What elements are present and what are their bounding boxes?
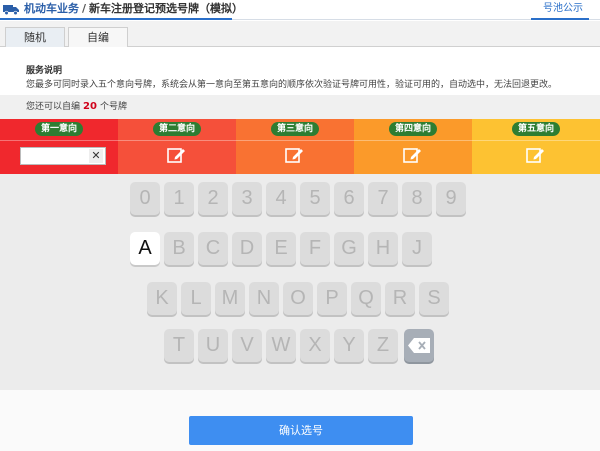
- intention-choices: 第一意向 ✕ 第二意向 第三意向 第四意向 第五意向: [0, 119, 600, 174]
- breadcrumb-section[interactable]: 机动车业务: [24, 2, 79, 15]
- choice-divider: [354, 140, 472, 141]
- choice-divider: [472, 140, 600, 141]
- key-s[interactable]: S: [419, 282, 449, 315]
- key-k[interactable]: K: [147, 282, 177, 315]
- plate-pool-underline: [531, 18, 589, 20]
- page-title: 新车注册登记预选号牌（模拟）: [89, 2, 244, 15]
- key-e[interactable]: E: [266, 232, 296, 265]
- key-4[interactable]: 4: [266, 182, 296, 215]
- truck-icon: [3, 5, 19, 15]
- edit-icon[interactable]: [526, 146, 546, 164]
- key-p[interactable]: P: [317, 282, 347, 315]
- key-c[interactable]: C: [198, 232, 228, 265]
- tab-random[interactable]: 随机: [5, 27, 65, 47]
- remaining-count: 20: [83, 101, 97, 112]
- choice-3[interactable]: 第三意向: [236, 119, 354, 174]
- key-q[interactable]: Q: [351, 282, 381, 315]
- key-j[interactable]: J: [402, 232, 432, 265]
- remaining-quota: 您还可以自编 20 个号牌: [0, 95, 600, 119]
- choice-divider: [0, 140, 118, 141]
- key-z[interactable]: Z: [368, 329, 398, 362]
- key-g[interactable]: G: [334, 232, 364, 265]
- description-text: 您最多可同时录入五个意向号牌，系统会从第一意向至第五意向的顺序依次验证号牌可用性…: [26, 80, 558, 90]
- plate-pool-link[interactable]: 号池公示: [543, 2, 583, 16]
- key-m[interactable]: M: [215, 282, 245, 315]
- edit-icon[interactable]: [285, 146, 305, 164]
- key-w[interactable]: W: [266, 329, 296, 362]
- key-2[interactable]: 2: [198, 182, 228, 215]
- tab-custom[interactable]: 自编: [68, 27, 128, 47]
- tab-bar: 随机 自编: [0, 21, 600, 47]
- page-header: 机动车业务 / 新车注册登记预选号牌（模拟） 号池公示: [0, 0, 600, 20]
- choice-5[interactable]: 第五意向: [472, 119, 600, 174]
- edit-icon[interactable]: [403, 146, 423, 164]
- confirm-button[interactable]: 确认选号: [189, 416, 413, 445]
- key-0[interactable]: 0: [130, 182, 160, 215]
- key-n[interactable]: N: [249, 282, 279, 315]
- plate-input[interactable]: ✕: [20, 147, 106, 165]
- key-v[interactable]: V: [232, 329, 262, 362]
- choice-2-label: 第二意向: [152, 122, 202, 136]
- edit-icon[interactable]: [167, 146, 187, 164]
- backspace-icon: [408, 338, 430, 353]
- key-h[interactable]: H: [368, 232, 398, 265]
- remaining-suffix: 个号牌: [99, 102, 127, 112]
- key-5[interactable]: 5: [300, 182, 330, 215]
- choice-5-label: 第五意向: [511, 122, 561, 136]
- footer: 确认选号: [0, 390, 600, 451]
- choice-1[interactable]: 第一意向 ✕: [0, 119, 118, 174]
- key-t[interactable]: T: [164, 329, 194, 362]
- key-y[interactable]: Y: [334, 329, 364, 362]
- choice-divider: [236, 140, 354, 141]
- remaining-prefix: 您还可以自编: [26, 102, 81, 112]
- choice-3-label: 第三意向: [270, 122, 320, 136]
- description-title: 服务说明: [26, 66, 63, 76]
- key-x[interactable]: X: [300, 329, 330, 362]
- key-9[interactable]: 9: [436, 182, 466, 215]
- choice-2[interactable]: 第二意向: [118, 119, 236, 174]
- clear-icon[interactable]: ✕: [89, 149, 103, 163]
- key-f[interactable]: F: [300, 232, 330, 265]
- key-b[interactable]: B: [164, 232, 194, 265]
- breadcrumb: 机动车业务 / 新车注册登记预选号牌（模拟）: [24, 2, 243, 16]
- key-u[interactable]: U: [198, 329, 228, 362]
- choice-1-label: 第一意向: [34, 122, 84, 136]
- choice-4-label: 第四意向: [388, 122, 438, 136]
- key-8[interactable]: 8: [402, 182, 432, 215]
- key-l[interactable]: L: [181, 282, 211, 315]
- breadcrumb-separator: /: [82, 2, 87, 15]
- key-r[interactable]: R: [385, 282, 415, 315]
- choice-divider: [118, 140, 236, 141]
- breadcrumb-underline: [0, 18, 232, 20]
- key-o[interactable]: O: [283, 282, 313, 315]
- key-3[interactable]: 3: [232, 182, 262, 215]
- key-7[interactable]: 7: [368, 182, 398, 215]
- backspace-key[interactable]: [404, 329, 434, 362]
- service-description: 服务说明 您最多可同时录入五个意向号牌，系统会从第一意向至第五意向的顺序依次验证…: [0, 48, 600, 95]
- choice-4[interactable]: 第四意向: [354, 119, 472, 174]
- key-1[interactable]: 1: [164, 182, 194, 215]
- key-6[interactable]: 6: [334, 182, 364, 215]
- key-a[interactable]: A: [130, 232, 160, 265]
- key-d[interactable]: D: [232, 232, 262, 265]
- remaining-text: 您还可以自编 20 个号牌: [26, 101, 127, 113]
- plate-keyboard: 0123456789 ABCDEFGHJ KLMNOPQRS TUVWXYZ: [0, 174, 600, 390]
